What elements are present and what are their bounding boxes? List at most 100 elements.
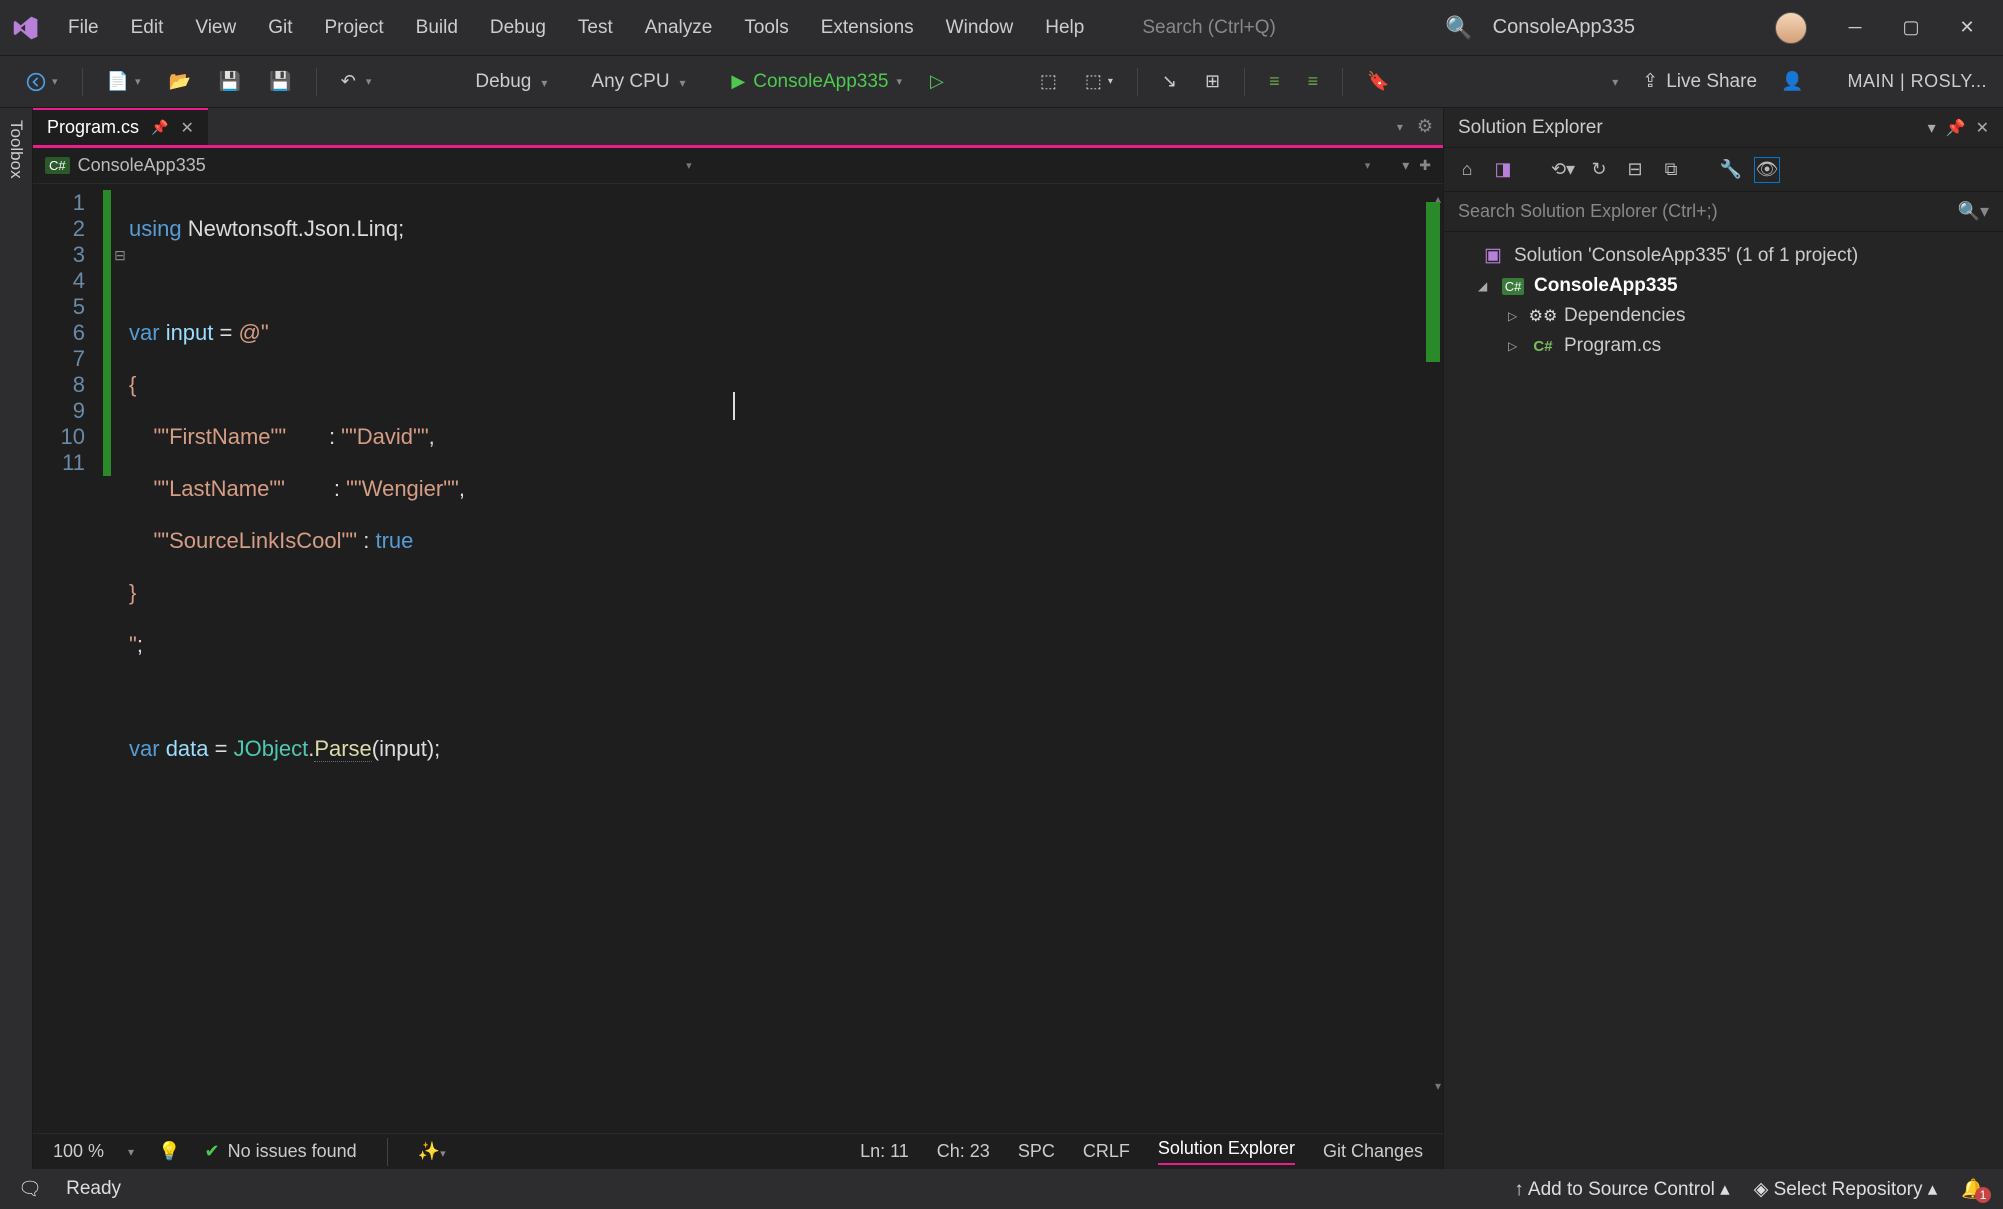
line-col-ch[interactable]: Ch: 23: [937, 1141, 990, 1162]
line-ending[interactable]: CRLF: [1083, 1141, 1130, 1162]
config-dropdown[interactable]: Debug: [457, 65, 565, 99]
tab-settings-icon[interactable]: ⚙: [1417, 116, 1433, 137]
tb-icon-1[interactable]: ⬚: [1030, 65, 1067, 98]
menu-window[interactable]: Window: [930, 7, 1030, 49]
feedback-icon[interactable]: 👤: [1771, 65, 1813, 98]
tb-icon-2[interactable]: ⬚▾: [1075, 65, 1123, 98]
minimize-button[interactable]: ─: [1827, 8, 1883, 48]
output-icon[interactable]: 🗨: [18, 1177, 42, 1201]
nav-overflow-icon[interactable]: ▾: [1402, 157, 1409, 174]
switch-view-icon[interactable]: ◨: [1490, 157, 1516, 183]
collapse-icon[interactable]: ⊟: [1622, 157, 1648, 183]
menu-tools[interactable]: Tools: [728, 7, 804, 49]
search-icon[interactable]: 🔍: [1445, 15, 1472, 41]
pin-icon[interactable]: 📌: [151, 119, 168, 136]
code-content[interactable]: using Newtonsoft.Json.Linq; var input = …: [129, 184, 1423, 1133]
code-editor[interactable]: 1234567891011 ⊟ using Newtonsoft.Json.Li…: [33, 184, 1443, 1133]
live-share-button[interactable]: ⇪ Live Share: [1642, 70, 1757, 93]
line-col-ln[interactable]: Ln: 11: [860, 1141, 909, 1162]
branch-indicator[interactable]: MAIN | ROSLY...: [1847, 71, 1987, 92]
nav-project-dropdown[interactable]: C# ConsoleApp335: [45, 155, 712, 176]
panel-tab-solution-explorer[interactable]: Solution Explorer: [1158, 1138, 1295, 1165]
properties-icon[interactable]: 🔧: [1718, 157, 1744, 183]
menu-test[interactable]: Test: [562, 7, 629, 49]
tree-project[interactable]: ◢ C# ConsoleApp335: [1444, 271, 2003, 301]
menu-debug[interactable]: Debug: [474, 7, 562, 49]
menu-project[interactable]: Project: [309, 7, 400, 49]
panel-pin-icon[interactable]: 📌: [1946, 118, 1966, 138]
brush-icon[interactable]: ✨▾: [418, 1141, 446, 1162]
user-avatar[interactable]: [1775, 12, 1807, 44]
fold-column[interactable]: ⊟: [111, 184, 129, 1133]
menu-build[interactable]: Build: [400, 7, 474, 49]
step-icon[interactable]: ↘: [1152, 65, 1187, 98]
maximize-button[interactable]: ▢: [1883, 8, 1939, 48]
preview-icon[interactable]: 👁: [1754, 157, 1780, 183]
select-repository[interactable]: ◈ Select Repository ▴: [1754, 1178, 1938, 1201]
navigation-bar: C# ConsoleApp335 ▾ ✚: [33, 148, 1443, 184]
menu-view[interactable]: View: [179, 7, 252, 49]
csharp-project-icon: C#: [1502, 278, 1524, 295]
menu-extensions[interactable]: Extensions: [805, 7, 930, 49]
global-search-input[interactable]: Search (Ctrl+Q): [1130, 13, 1288, 43]
tree-solution-root[interactable]: ▣ Solution 'ConsoleApp335' (1 of 1 proje…: [1444, 240, 2003, 271]
undo-button[interactable]: ↶▾: [331, 65, 382, 98]
refresh-icon[interactable]: ↻: [1586, 157, 1612, 183]
toolbox-tab[interactable]: Toolbox: [0, 108, 33, 1169]
lightbulb-icon[interactable]: 💡: [158, 1141, 180, 1162]
nav-type-dropdown[interactable]: [724, 159, 1391, 172]
tab-program-cs[interactable]: Program.cs 📌 ✕: [33, 108, 208, 145]
show-all-icon[interactable]: ⧉: [1658, 157, 1684, 183]
expand-icon[interactable]: ▷: [1508, 339, 1522, 353]
toolbar-overflow[interactable]: ▾: [1602, 69, 1628, 95]
search-icon[interactable]: 🔍▾: [1958, 201, 1989, 222]
status-bar: 🗨 Ready ↑ Add to Source Control ▴ ◈ Sele…: [0, 1169, 2003, 1209]
document-tabs: Program.cs 📌 ✕ ▾ ⚙: [33, 108, 1443, 148]
expand-icon[interactable]: ◢: [1478, 279, 1492, 293]
zoom-level[interactable]: 100 %: [53, 1141, 104, 1162]
solution-toolbar: ⌂ ◨ ⟲▾ ↻ ⊟ ⧉ 🔧 👁: [1444, 148, 2003, 192]
issues-indicator[interactable]: ✔ No issues found: [205, 1141, 357, 1162]
panel-tab-git-changes[interactable]: Git Changes: [1323, 1141, 1423, 1162]
add-source-control[interactable]: ↑ Add to Source Control ▴: [1514, 1178, 1730, 1201]
menu-help[interactable]: Help: [1029, 7, 1100, 49]
indent-less-icon[interactable]: ≡: [1259, 65, 1290, 98]
panel-dropdown-icon[interactable]: ▾: [1928, 118, 1936, 138]
solution-tree: ▣ Solution 'ConsoleApp335' (1 of 1 proje…: [1444, 232, 2003, 369]
home-icon[interactable]: ⌂: [1454, 157, 1480, 183]
bookmark-icon[interactable]: 🔖: [1357, 65, 1399, 98]
menu-git[interactable]: Git: [252, 7, 308, 49]
tab-close-icon[interactable]: ✕: [180, 118, 193, 138]
start-nodebug-button[interactable]: ▷: [920, 65, 954, 98]
vs-logo-icon[interactable]: [8, 10, 44, 46]
tree-dependencies[interactable]: ▷ ⚙⚙ Dependencies: [1444, 301, 2003, 331]
stack-icon[interactable]: ⊞: [1195, 65, 1230, 98]
nav-back-button[interactable]: ▾: [16, 66, 68, 98]
start-debug-button[interactable]: ▶ ConsoleApp335 ▾: [721, 71, 912, 93]
main-area: Toolbox Program.cs 📌 ✕ ▾ ⚙ C# ConsoleApp…: [0, 108, 2003, 1169]
solution-search-input[interactable]: Search Solution Explorer (Ctrl+;) 🔍▾: [1444, 192, 2003, 232]
close-button[interactable]: ✕: [1939, 8, 1995, 48]
editor-pane: Program.cs 📌 ✕ ▾ ⚙ C# ConsoleApp335 ▾ ✚ …: [33, 108, 1443, 1169]
save-button[interactable]: 💾: [209, 65, 251, 98]
expand-icon[interactable]: ▷: [1508, 309, 1522, 323]
indent-mode[interactable]: SPC: [1018, 1141, 1055, 1162]
tab-dropdown-icon[interactable]: ▾: [1397, 120, 1403, 134]
indent-more-icon[interactable]: ≡: [1298, 65, 1329, 98]
check-icon: ✔: [205, 1141, 220, 1162]
nav-split-icon[interactable]: ✚: [1419, 157, 1431, 174]
save-all-button[interactable]: 💾: [259, 65, 301, 98]
platform-dropdown[interactable]: Any CPU: [573, 65, 713, 99]
menu-edit[interactable]: Edit: [115, 7, 180, 49]
menu-file[interactable]: File: [52, 7, 115, 49]
panel-close-icon[interactable]: ✕: [1976, 118, 1989, 138]
editor-status-bar: 100 % ▾ 💡 ✔ No issues found ✨▾ Ln: 11 Ch…: [33, 1133, 1443, 1169]
overview-ruler[interactable]: ▴ ▾: [1423, 184, 1443, 1133]
menu-analyze[interactable]: Analyze: [629, 7, 729, 49]
tree-file-program[interactable]: ▷ C# Program.cs: [1444, 331, 2003, 361]
sync-icon[interactable]: ⟲▾: [1550, 157, 1576, 183]
open-button[interactable]: 📂: [158, 65, 200, 98]
new-item-button[interactable]: 📄▾: [97, 65, 151, 98]
notifications-icon[interactable]: 🔔1: [1961, 1177, 1985, 1201]
text-cursor: [733, 392, 735, 420]
